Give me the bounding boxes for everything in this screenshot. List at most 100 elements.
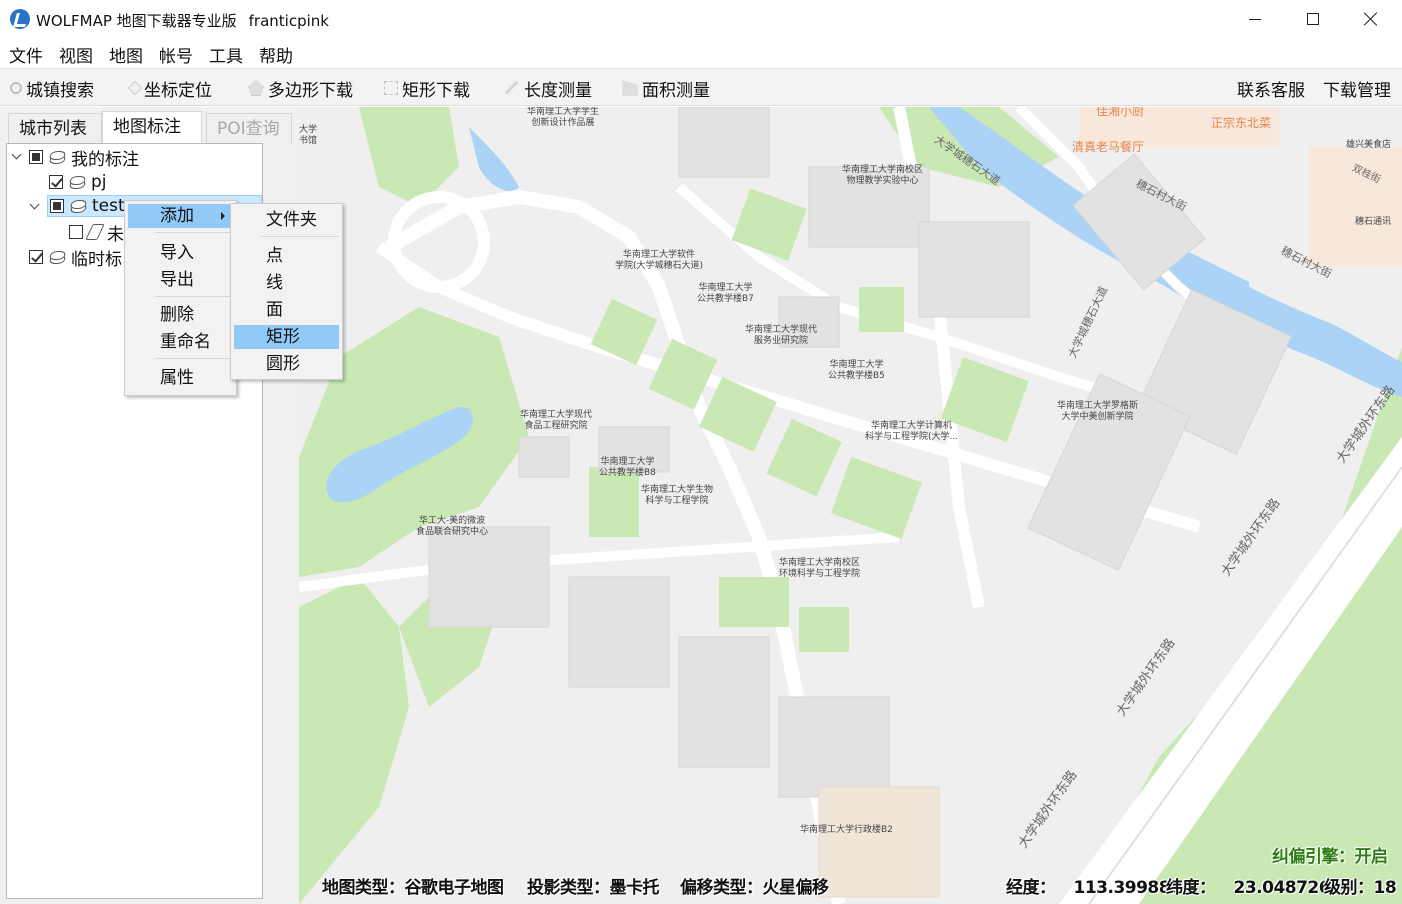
map-label: 华南理工大学生物 科学与工程学院 [641, 485, 714, 506]
menu-tools[interactable]: 工具 [209, 42, 243, 67]
customer-service-button[interactable]: 联系客服 [1237, 76, 1305, 101]
close-button[interactable] [1342, 0, 1400, 38]
menu-item-add-label: 添加 [160, 206, 194, 226]
tab-poi-query[interactable]: POI查询 [206, 113, 292, 145]
menu-item-circle[interactable]: 圆形 [234, 352, 339, 376]
correction-engine-label: 纠偏引擎： [1272, 847, 1355, 867]
menu-separator [261, 236, 339, 237]
tree-node-label: pj [91, 172, 107, 192]
polygon-download-label: 多边形下载 [268, 80, 353, 101]
zoom-level-status: 级别：18 [1324, 873, 1397, 898]
map-label: 雄兴美食店 [1346, 140, 1392, 150]
close-icon [1364, 12, 1378, 26]
minimize-icon [1249, 18, 1261, 20]
menu-account[interactable]: 帐号 [159, 42, 193, 67]
map-label: 穗石通讯 [1355, 217, 1392, 227]
map-label: 华南理工大学 公共教学楼B5 [828, 360, 885, 381]
menu-view[interactable]: 视图 [59, 42, 93, 67]
tree-node-label: 我的标注 [71, 149, 139, 170]
rectangle-download-label: 矩形下载 [402, 80, 470, 101]
rectangle-icon [384, 81, 398, 95]
zoom-level-label: 级别： [1324, 878, 1374, 898]
offset-value: 火星偏移 [762, 878, 830, 898]
shape-icon [85, 224, 105, 240]
menu-item-line[interactable]: 线 [234, 271, 339, 295]
checkbox[interactable] [29, 250, 43, 264]
area-icon [622, 80, 638, 96]
map-label: 华南理工大学南校区 环境科学与工程学院 [779, 558, 861, 579]
map-label: 华南理工大学 公共教学楼B7 [697, 283, 754, 304]
layer-icon [49, 151, 65, 163]
polygon-icon [248, 80, 264, 96]
app-window: WOLFMAP 地图下载器专业版 franticpink 文件 视图 地图 帐号 … [0, 0, 1402, 904]
town-search-button[interactable]: 城镇搜索 [10, 76, 94, 101]
menu-item-rename[interactable]: 重命名 [128, 330, 233, 354]
checkbox[interactable] [50, 199, 64, 213]
tree-node-label: 未 [107, 224, 124, 245]
menu-item-rectangle[interactable]: 矩形 [234, 325, 339, 349]
menu-item-add[interactable]: 添加 [128, 204, 233, 228]
correction-engine-value: 开启 [1354, 847, 1389, 867]
checkbox[interactable] [29, 150, 43, 164]
menu-help[interactable]: 帮助 [259, 42, 293, 67]
map-label: 华南理工大学软件 学院(大学城穗石大道) [615, 250, 704, 271]
tab-map-annotation[interactable]: 地图标注 [102, 111, 202, 145]
checkbox[interactable] [69, 225, 83, 239]
menu-item-point[interactable]: 点 [234, 244, 339, 268]
map-label: 华南理工大学罗格斯 大学中美创新学院 [1057, 401, 1139, 422]
layer-icon [69, 176, 85, 188]
tab-city-list[interactable]: 城市列表 [8, 113, 102, 145]
map-type-label: 地图类型： [322, 878, 405, 898]
area-measure-button[interactable]: 面积测量 [622, 76, 710, 101]
map-label: 华南理工大学南校区 物理教学实验中心 [842, 165, 924, 186]
offset-status: 偏移类型：火星偏移 [680, 873, 829, 898]
menu-separator [155, 358, 233, 359]
rectangle-download-button[interactable]: 矩形下载 [384, 76, 470, 101]
correction-engine-status: 纠偏引擎：开启 [1272, 842, 1388, 867]
tree-node-child[interactable]: 未 [69, 221, 124, 245]
tree-node-temp[interactable]: 临时标 [29, 246, 122, 270]
offset-label: 偏移类型： [680, 878, 763, 898]
menu-item-folder[interactable]: 文件夹 [234, 208, 339, 232]
map-type-value: 谷歌电子地图 [404, 878, 505, 898]
map-type-status: 地图类型：谷歌电子地图 [322, 873, 504, 898]
map-label: 华南理工大学学生 创新设计作品展 [527, 107, 600, 128]
maximize-button[interactable] [1284, 0, 1342, 38]
menu-item-properties[interactable]: 属性 [128, 366, 233, 390]
chevron-down-icon[interactable] [11, 151, 23, 163]
tree-node-label: test [92, 196, 125, 216]
coordinate-locate-button[interactable]: 坐标定位 [127, 76, 212, 101]
tree-node-pj[interactable]: pj [49, 171, 107, 193]
title-bar: WOLFMAP 地图下载器专业版 franticpink [0, 0, 1402, 38]
menu-file[interactable]: 文件 [9, 42, 43, 67]
tree-node-my-annotations[interactable]: 我的标注 [11, 146, 139, 170]
menu-item-import[interactable]: 导入 [128, 241, 233, 265]
toolbar: 城镇搜索 坐标定位 多边形下载 矩形下载 长度测量 面积测量 联系客服 下载管理 [0, 68, 1402, 106]
menu-separator [155, 296, 233, 297]
menu-item-export[interactable]: 导出 [128, 268, 233, 292]
poi-label: 正宗东北菜 [1211, 116, 1272, 130]
map-label: 华南理工大学计算机 科学与工程学院(大学... [865, 421, 959, 442]
map-canvas [299, 107, 1402, 904]
tree-node-label: 临时标 [71, 249, 122, 270]
map-label: 华南理工大学行政楼B2 [800, 825, 893, 835]
minimize-button[interactable] [1226, 0, 1284, 38]
length-measure-label: 长度测量 [524, 80, 592, 101]
menu-map[interactable]: 地图 [109, 42, 143, 67]
download-manager-button[interactable]: 下载管理 [1323, 76, 1391, 101]
menu-item-polygon[interactable]: 面 [234, 298, 339, 322]
polygon-download-button[interactable]: 多边形下载 [248, 76, 353, 101]
menu-separator [155, 232, 233, 233]
zoom-level-value: 18 [1373, 878, 1397, 898]
poi-label: 佳湘小厨 [1096, 107, 1145, 118]
map-view[interactable]: 华南理工大学学生 创新设计作品展 华南理工大学南校区 物理教学实验中心 华南理工大学… [299, 107, 1402, 904]
context-menu: 添加 导入 导出 删除 重命名 属性 [124, 200, 237, 396]
locate-icon [127, 80, 143, 96]
projection-value: 墨卡托 [609, 878, 660, 898]
username: franticpink [248, 12, 329, 30]
checkbox[interactable] [49, 175, 63, 189]
length-measure-button[interactable]: 长度测量 [504, 76, 592, 101]
menu-item-delete[interactable]: 删除 [128, 303, 233, 327]
maximize-icon [1307, 13, 1319, 25]
map-label: 华南理工大学现代 食品工程研究院 [520, 410, 593, 431]
